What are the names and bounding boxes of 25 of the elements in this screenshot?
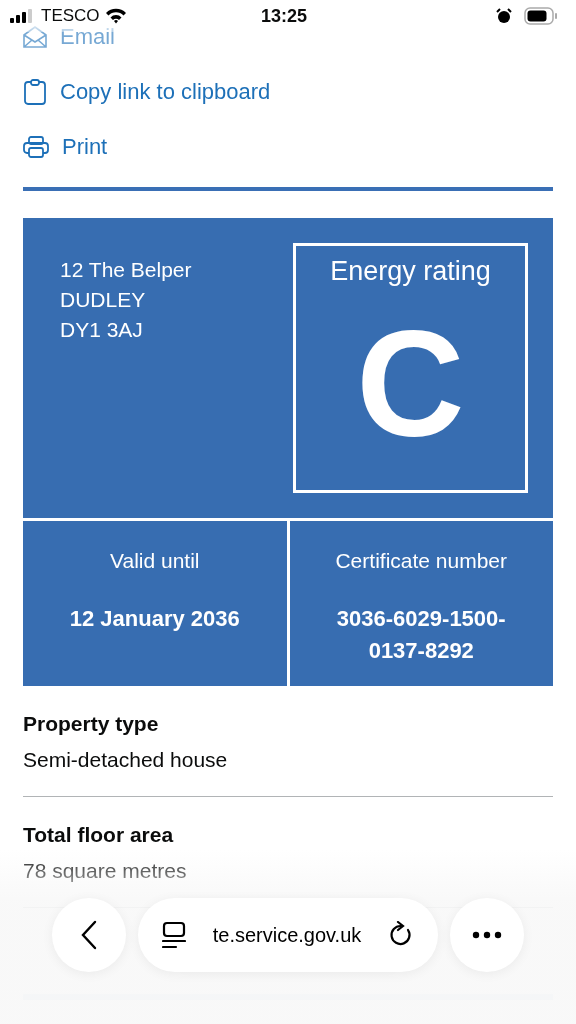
certificate-number: 3036-6029-1500-0137-8292: [335, 605, 507, 665]
summary-value: Semi-detached house: [23, 748, 229, 772]
summary-term: Total floor area: [23, 823, 175, 847]
summary-value: 78 square metres: [23, 859, 188, 883]
battery-icon: [524, 7, 558, 25]
address-bar[interactable]: te.service.gov.uk: [138, 898, 438, 972]
alarm-icon: [496, 8, 512, 24]
page-menu-icon: [162, 921, 186, 949]
address-line: DUDLEY: [60, 287, 147, 313]
rating-letter: C: [356, 309, 465, 459]
address-line: DY1 3AJ: [60, 317, 144, 343]
chevron-left-icon: [81, 920, 97, 950]
share-link[interactable]: Print: [23, 132, 553, 162]
valid-date: 12 January 2036: [69, 605, 240, 633]
clipboard-icon: [23, 79, 47, 105]
valid-label: Valid until: [110, 549, 200, 573]
url-text: te.service.gov.uk: [212, 923, 362, 947]
address-line: 12 The Belper: [60, 257, 192, 283]
share-link[interactable]: Copy link to clipboard: [23, 77, 553, 107]
rating-label: Energy rating: [330, 256, 491, 287]
summary-term: Property type: [23, 712, 160, 736]
certificate-number-label: Certificate number: [335, 549, 508, 573]
more-icon: [472, 931, 502, 939]
wifi-icon: [104, 8, 127, 24]
printer-icon: [23, 136, 49, 158]
